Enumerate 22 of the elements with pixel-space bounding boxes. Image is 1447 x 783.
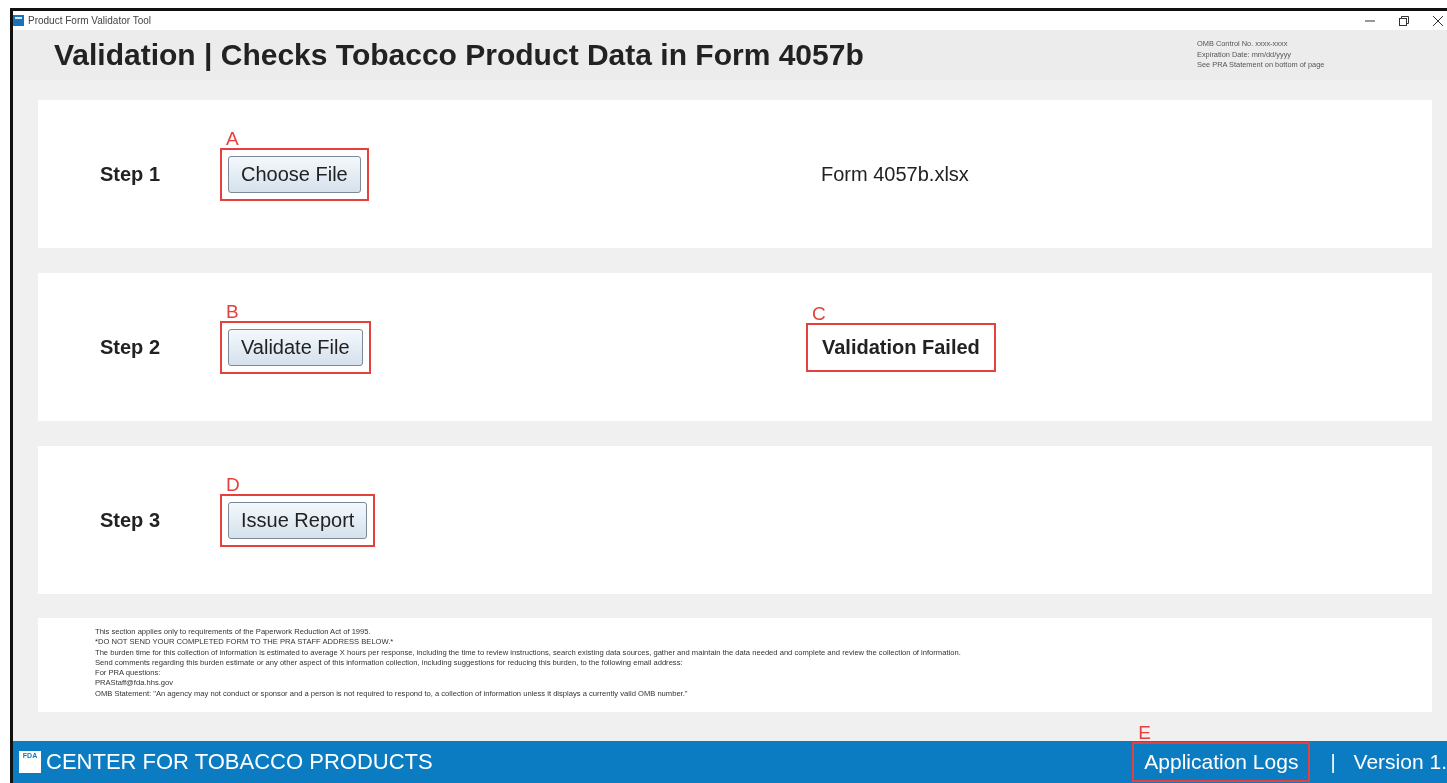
logs-link[interactable]: Application Logs — [1140, 750, 1303, 774]
page-title: Validation | Checks Tobacco Product Data in Form 4057b — [54, 38, 865, 72]
annotation-letter: D — [226, 474, 240, 496]
step-label: Step 3 — [100, 509, 162, 532]
step-button[interactable]: Validate File — [228, 329, 363, 366]
annotation-letter: A — [226, 128, 239, 150]
close-icon[interactable] — [1433, 15, 1443, 26]
annotation-letter: B — [226, 301, 239, 323]
step-button[interactable]: Choose File — [228, 156, 361, 193]
annotation-letter: E — [1138, 722, 1151, 744]
annotation-letter: C — [812, 303, 826, 325]
separator: | — [1330, 750, 1336, 774]
step-label: Step 2 — [100, 336, 162, 359]
window-title: Product Form Validator Tool — [28, 15, 153, 26]
restore-icon[interactable] — [1399, 15, 1409, 26]
step-label: Step 1 — [100, 163, 162, 186]
file-name: Form 4057b.xlsx — [820, 162, 970, 187]
validation-result: Validation Failed — [821, 335, 981, 360]
step-button[interactable]: Issue Report — [228, 502, 368, 539]
footer-title: CENTER FOR TOBACCO PRODUCTS — [46, 749, 434, 775]
app-icon — [13, 15, 24, 26]
version-text: Version 1. — [1353, 750, 1447, 774]
